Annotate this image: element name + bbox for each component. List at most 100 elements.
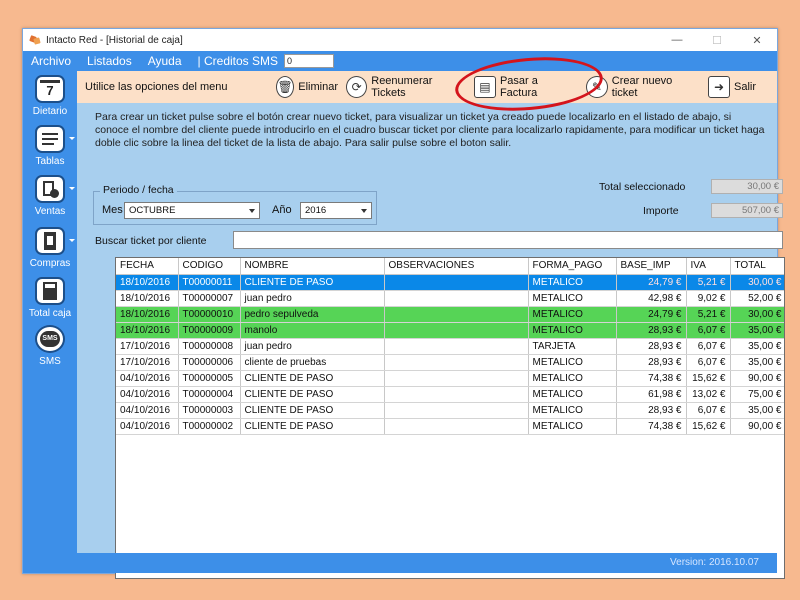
table-row[interactable]: 18/10/2016 T00000007 juan pedro METALICO 42,… (116, 290, 784, 307)
year-select[interactable]: 2016 (300, 202, 372, 219)
cell-codigo: T00000007 (178, 290, 241, 307)
column-header-total[interactable]: TOTAL (730, 258, 784, 275)
renumber-tickets-button[interactable]: ⟳ Reenumerar Tickets (342, 73, 470, 101)
cell-codigo: T00000002 (178, 418, 241, 435)
cell-iva: 5,21 € (686, 306, 731, 323)
delete-button[interactable]: 🗑 Eliminar (272, 73, 342, 101)
cell-forma-pago: METALICO (528, 370, 617, 387)
window-controls: — ☐ ✕ (657, 29, 777, 51)
sidebar-label-total-caja: Total caja (28, 308, 72, 319)
sidebar-item-dietario[interactable]: 7 Dietario (23, 75, 77, 117)
toolbar-hint: Utilice las opciones del menu (85, 81, 228, 93)
table-row[interactable]: 18/10/2016 T00000010 pedro sepulveda METALI… (116, 306, 784, 323)
cell-nombre: manolo (240, 322, 385, 339)
close-button[interactable]: ✕ (737, 29, 777, 51)
table-row[interactable]: 17/10/2016 T00000006 cliente de pruebas MET… (116, 354, 784, 371)
column-header-observaciones[interactable]: OBSERVACIONES (384, 258, 529, 275)
minimize-button[interactable]: — (657, 29, 697, 51)
sidebar-item-total-caja[interactable]: Total caja (23, 277, 77, 319)
chevron-down-icon (249, 209, 255, 213)
sidebar-item-compras[interactable]: Compras (23, 227, 77, 269)
column-header-base-imp[interactable]: BASE_IMP (616, 258, 687, 275)
app-logo-icon (29, 34, 41, 46)
cell-codigo: T00000003 (178, 402, 241, 419)
cell-total: 52,00 € (730, 290, 784, 307)
cell-iva: 5,21 € (686, 274, 731, 291)
cell-total: 90,00 € (730, 370, 784, 387)
table-row[interactable]: 18/10/2016 T00000011 CLIENTE DE PASO METALI… (116, 274, 784, 291)
cell-iva: 9,02 € (686, 290, 731, 307)
menu-listados[interactable]: Listados (79, 54, 140, 68)
calendar-icon: 7 (35, 75, 65, 103)
exit-button[interactable]: ➜ Salir (704, 73, 764, 101)
sidebar-item-sms[interactable]: SMS SMS (23, 325, 77, 367)
cell-fecha: 17/10/2016 (116, 338, 179, 355)
cell-forma-pago: METALICO (528, 402, 617, 419)
cell-observaciones (384, 370, 529, 387)
cell-forma-pago: METALICO (528, 354, 617, 371)
cell-observaciones (384, 386, 529, 403)
column-header-iva[interactable]: IVA (686, 258, 731, 275)
chevron-down-icon (361, 209, 367, 213)
search-label: Buscar ticket por cliente (95, 235, 207, 247)
search-client-input[interactable] (233, 231, 783, 249)
table-row[interactable]: 17/10/2016 T00000008 juan pedro TARJETA 28,9… (116, 338, 784, 355)
amount-value: 507,00 € (711, 203, 783, 218)
chevron-down-icon (69, 239, 75, 242)
cell-iva: 15,62 € (686, 418, 731, 435)
delete-button-label: Eliminar (298, 81, 338, 93)
invoice-icon: ▤ (474, 76, 496, 98)
menu-ayuda[interactable]: Ayuda (140, 54, 190, 68)
column-header-fecha[interactable]: FECHA (116, 258, 179, 275)
year-label: Año (272, 204, 292, 216)
sidebar-item-tablas[interactable]: Tablas (23, 125, 77, 167)
menu-archivo[interactable]: Archivo (23, 54, 79, 68)
tickets-table: FECHA CODIGO NOMBRE OBSERVACIONES FORMA_… (115, 257, 785, 579)
table-row[interactable]: 04/10/2016 T00000004 CLIENTE DE PASO METALI… (116, 386, 784, 403)
maximize-button[interactable]: ☐ (697, 29, 737, 51)
cell-total: 35,00 € (730, 322, 784, 339)
total-selected-label: Total seleccionado (599, 181, 686, 193)
column-header-nombre[interactable]: NOMBRE (240, 258, 385, 275)
sms-credits-field[interactable]: 0 (284, 54, 335, 68)
cell-forma-pago: METALICO (528, 322, 617, 339)
chevron-down-icon (69, 187, 75, 190)
cell-fecha: 18/10/2016 (116, 306, 179, 323)
sidebar-label-sms: SMS (39, 356, 61, 367)
column-header-forma-pago[interactable]: FORMA_PAGO (528, 258, 617, 275)
cell-observaciones (384, 290, 529, 307)
sidebar-item-ventas[interactable]: Ventas (23, 175, 77, 217)
trash-icon: 🗑 (276, 76, 295, 98)
column-header-codigo[interactable]: CODIGO (178, 258, 241, 275)
cell-observaciones (384, 274, 529, 291)
cell-total: 35,00 € (730, 338, 784, 355)
cell-fecha: 17/10/2016 (116, 354, 179, 371)
month-select[interactable]: OCTUBRE (124, 202, 260, 219)
cell-nombre: pedro sepulveda (240, 306, 385, 323)
convert-to-invoice-button[interactable]: ▤ Pasar a Factura (470, 73, 582, 101)
sidebar: 7 Dietario Tablas Ventas Compras Total c… (23, 71, 77, 553)
cell-total: 30,00 € (730, 274, 784, 291)
cell-fecha: 04/10/2016 (116, 418, 179, 435)
sidebar-label-ventas: Ventas (34, 206, 66, 217)
amount-label: Importe (643, 205, 679, 217)
sms-icon: SMS (35, 325, 65, 353)
table-row[interactable]: 04/10/2016 T00000003 CLIENTE DE PASO METALI… (116, 402, 784, 419)
cell-observaciones (384, 338, 529, 355)
cell-base-imp: 24,79 € (616, 274, 687, 291)
renumber-tickets-label: Reenumerar Tickets (371, 75, 433, 99)
menu-creditos-sms[interactable]: | Creditos SMS (190, 54, 280, 68)
new-ticket-label: Crear nuevo ticket (611, 75, 673, 99)
cell-base-imp: 28,93 € (616, 354, 687, 371)
table-row[interactable]: 04/10/2016 T00000002 CLIENTE DE PASO METALI… (116, 418, 784, 435)
new-ticket-icon: ✎ (586, 76, 608, 98)
table-row[interactable]: 18/10/2016 T00000009 manolo METALICO 28,93 €… (116, 322, 784, 339)
table-row[interactable]: 04/10/2016 T00000005 CLIENTE DE PASO METALI… (116, 370, 784, 387)
month-label: Mes (102, 204, 123, 216)
total-selected-value: 30,00 € (711, 179, 783, 194)
table-header-row: FECHA CODIGO NOMBRE OBSERVACIONES FORMA_… (116, 258, 784, 275)
cell-base-imp: 28,93 € (616, 322, 687, 339)
cell-forma-pago: METALICO (528, 290, 617, 307)
cell-codigo: T00000004 (178, 386, 241, 403)
new-ticket-button[interactable]: ✎ Crear nuevo ticket (582, 73, 704, 101)
